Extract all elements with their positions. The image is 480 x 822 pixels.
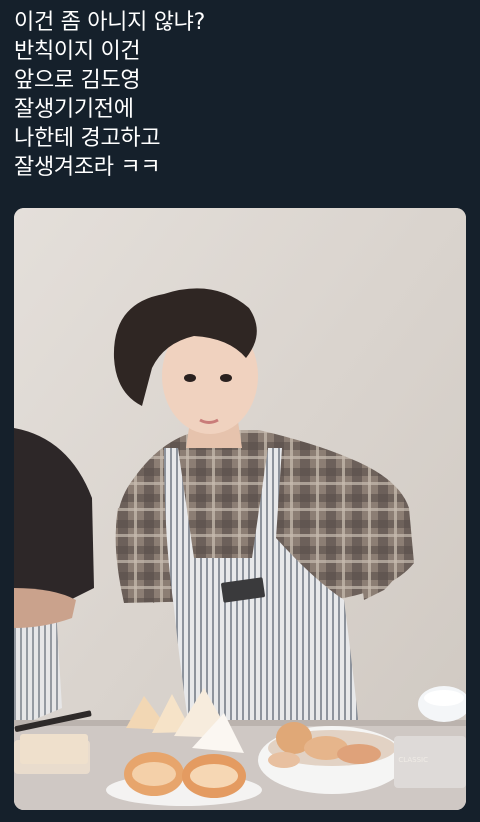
tweet-photo[interactable]: CLASSIC	[14, 208, 466, 810]
tweet-line: 잘생겨조라 ㅋㅋ	[14, 155, 161, 180]
tweet-line: 잘생기기전에	[14, 97, 134, 122]
tweet-line: 나한테 경고하고	[14, 126, 161, 151]
tweet-line: 반칙이지 이건	[14, 39, 141, 64]
photo-illustration	[14, 208, 466, 810]
tweet-line: 앞으로 김도영	[14, 68, 141, 93]
tweet-text: 이건 좀 아니지 않냐? 반칙이지 이건 앞으로 김도영 잘생기기전에 나한테 …	[14, 8, 464, 182]
photo-watermark: CLASSIC	[398, 756, 428, 764]
tweet-line: 이건 좀 아니지 않냐?	[14, 10, 205, 35]
